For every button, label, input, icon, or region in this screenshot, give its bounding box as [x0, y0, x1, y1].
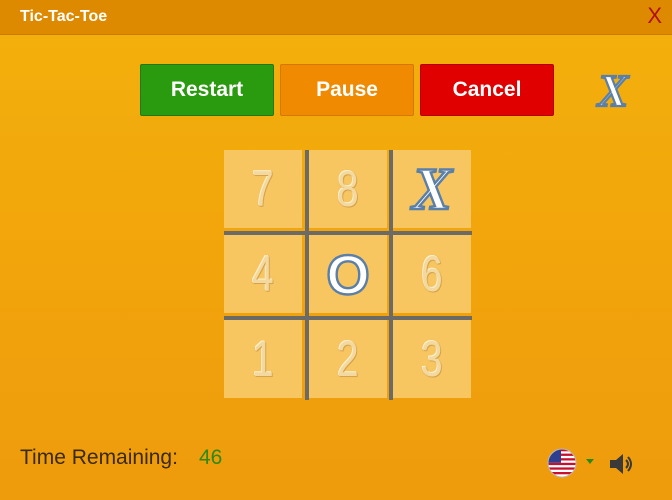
pause-button[interactable]: Pause [280, 64, 414, 116]
time-remaining-label: Time Remaining: [20, 446, 178, 469]
board-cell-7[interactable]: 7 [224, 150, 302, 228]
window-title: Tic-Tac-Toe [20, 8, 108, 25]
cell-key-8: 8 [337, 161, 359, 217]
time-remaining-value: 46 [199, 446, 223, 469]
svg-text:X: X [596, 65, 630, 116]
board-cell-2[interactable]: 2 [309, 320, 387, 398]
cancel-button[interactable]: Cancel [420, 64, 554, 116]
language-dropdown-caret-icon[interactable] [586, 459, 594, 464]
close-button[interactable]: X [647, 4, 662, 28]
board-cell-5[interactable]: O [309, 235, 387, 313]
x-mark-icon: X [409, 159, 455, 219]
cell-key-4: 4 [252, 246, 274, 302]
grid-line-horizontal-2 [224, 316, 472, 320]
svg-text:X: X [410, 159, 454, 219]
grid-line-horizontal-1 [224, 231, 472, 235]
svg-text:O: O [326, 244, 370, 304]
board-cell-9[interactable]: X [393, 150, 471, 228]
cell-key-1: 1 [252, 331, 274, 387]
grid-line-vertical-2 [389, 150, 393, 400]
restart-button[interactable]: Restart [140, 64, 274, 116]
current-turn-x-icon: X [595, 64, 631, 116]
board-cell-8[interactable]: 8 [309, 150, 387, 228]
o-mark-icon: O [325, 244, 371, 304]
cell-key-7: 7 [252, 161, 274, 217]
grid-line-vertical-1 [305, 150, 309, 400]
board-cell-6[interactable]: 6 [393, 235, 471, 313]
us-flag-icon[interactable] [547, 448, 577, 478]
game-board: 7 8 X 4 O 6 1 2 3 [224, 150, 472, 400]
board-cell-3[interactable]: 3 [393, 320, 471, 398]
title-bar: Tic-Tac-Toe X [0, 0, 672, 35]
board-cell-1[interactable]: 1 [224, 320, 302, 398]
cell-key-2: 2 [337, 331, 359, 387]
speaker-icon[interactable] [608, 451, 636, 477]
cell-key-6: 6 [421, 246, 443, 302]
cell-key-3: 3 [421, 331, 443, 387]
board-cell-4[interactable]: 4 [224, 235, 302, 313]
